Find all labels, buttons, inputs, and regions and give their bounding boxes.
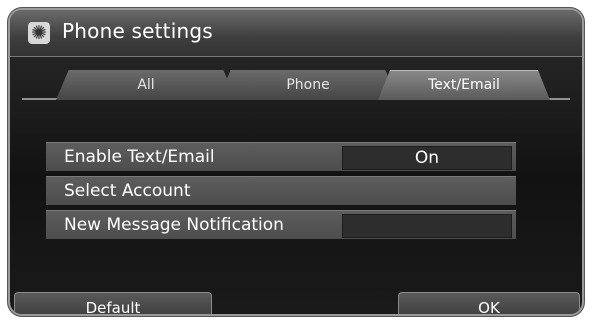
setting-value <box>342 214 512 238</box>
gear-icon: ✺ <box>28 22 50 44</box>
default-button[interactable]: Default <box>14 292 212 314</box>
tab-all[interactable]: All <box>56 70 236 100</box>
tab-text-email[interactable]: Text/Email <box>378 70 550 100</box>
setting-row-new-message-notification[interactable]: New Message Notification <box>46 210 516 239</box>
setting-value: On <box>342 146 512 170</box>
setting-row-select-account[interactable]: Select Account <box>46 176 516 205</box>
title-bar: ✺ Phone settings <box>10 10 582 57</box>
ok-button[interactable]: OK <box>398 292 580 314</box>
setting-row-enable-text-email[interactable]: Enable Text/Email On <box>46 142 516 171</box>
setting-label: New Message Notification <box>64 215 284 235</box>
setting-label: Select Account <box>64 181 191 201</box>
dialog-title: Phone settings <box>62 19 213 43</box>
phone-settings-dialog: ✺ Phone settings All Phone Text/Email En… <box>10 10 582 314</box>
setting-label: Enable Text/Email <box>64 147 215 167</box>
tab-phone[interactable]: Phone <box>218 70 398 100</box>
